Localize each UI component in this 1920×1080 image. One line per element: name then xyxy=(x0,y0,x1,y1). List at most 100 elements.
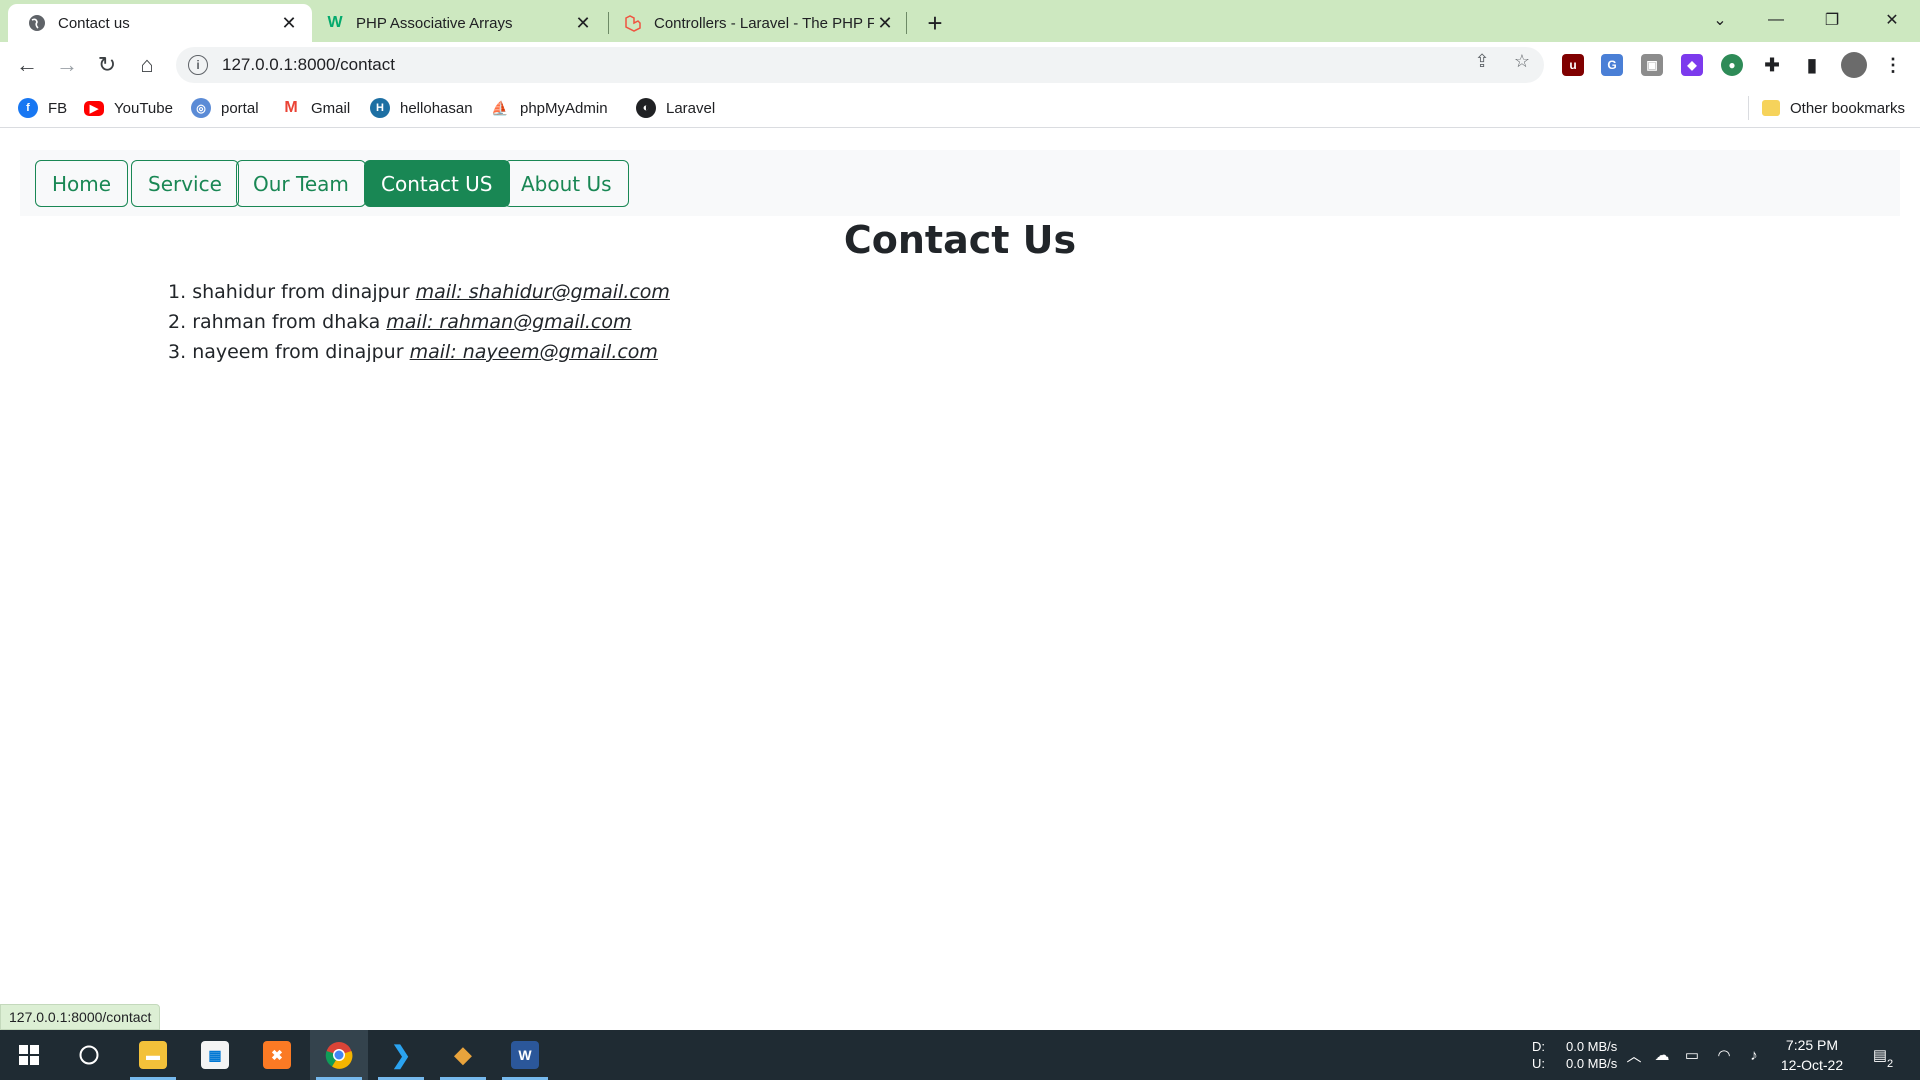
bookmark-laravel[interactable]: ◐ Laravel xyxy=(636,96,715,120)
contact-number: 2. xyxy=(168,311,187,333)
nav-contact-us-button[interactable]: Contact US xyxy=(364,160,510,207)
xampp-icon: ✖ xyxy=(263,1041,291,1069)
contact-number: 3. xyxy=(168,341,187,363)
vscode-icon: ❯ xyxy=(390,1041,412,1069)
contact-mail-link[interactable]: mail: shahidur@gmail.com xyxy=(416,281,670,303)
close-tab-icon[interactable]: ✕ xyxy=(278,12,300,34)
home-icon[interactable]: ⌂ xyxy=(131,49,163,81)
contact-text: nayeem from dinajpur xyxy=(192,341,404,363)
tray-chevron-up-icon[interactable]: ︿ xyxy=(1624,1045,1644,1065)
bookmarks-separator xyxy=(1748,96,1749,120)
start-button[interactable] xyxy=(0,1030,58,1080)
tab-php-associative-arrays[interactable]: W PHP Associative Arrays ✕ xyxy=(306,4,606,42)
nav-our-team-button[interactable]: Our Team xyxy=(236,160,366,207)
contact-item: 1. shahidur from dinajpur mail: shahidur… xyxy=(168,277,670,307)
bookmark-phpmyadmin[interactable]: ⛵ phpMyAdmin xyxy=(490,96,608,120)
microsoft-store-icon: ▦ xyxy=(201,1041,229,1069)
minimize-icon[interactable]: — xyxy=(1748,0,1804,40)
word-icon: W xyxy=(511,1041,539,1069)
taskbar-file-explorer[interactable]: ▬ xyxy=(124,1030,182,1080)
side-panel-icon[interactable]: ▮ xyxy=(1801,54,1823,76)
other-bookmarks-label: Other bookmarks xyxy=(1790,99,1906,117)
gmail-icon: M xyxy=(284,99,298,116)
taskbar-xampp[interactable]: ✖ xyxy=(248,1030,306,1080)
bookmark-label: portal xyxy=(221,99,259,117)
hellohasan-icon: H xyxy=(370,98,390,118)
nav-home-button[interactable]: Home xyxy=(35,160,129,207)
cortana-search-button[interactable] xyxy=(60,1030,118,1080)
reload-icon[interactable]: ↻ xyxy=(91,49,123,81)
onedrive-cloud-icon[interactable]: ☁ xyxy=(1652,1045,1672,1065)
address-bar[interactable]: i 127.0.0.1:8000/contact xyxy=(176,47,1544,83)
bookmark-portal[interactable]: ◎ portal xyxy=(191,96,259,120)
site-info-icon[interactable]: i xyxy=(188,55,208,75)
share-icon[interactable]: ⇪ xyxy=(1471,50,1493,72)
restore-icon[interactable]: ❐ xyxy=(1804,0,1860,40)
ublock-origin-icon[interactable]: u xyxy=(1562,54,1584,76)
extension-purple-icon[interactable]: ◆ xyxy=(1681,54,1703,76)
close-tab-icon[interactable]: ✕ xyxy=(572,12,594,34)
contact-mail-link[interactable]: mail: rahman@gmail.com xyxy=(386,311,631,333)
tab-search-chevron-icon[interactable]: ⌄ xyxy=(1692,0,1748,40)
google-translate-icon[interactable]: G xyxy=(1601,54,1623,76)
taskbar-chrome[interactable] xyxy=(310,1030,368,1080)
tab-laravel-controllers[interactable]: Controllers - Laravel - The PHP Fr ✕ xyxy=(604,4,908,42)
close-window-icon[interactable]: ✕ xyxy=(1864,0,1920,40)
contact-item: 2. rahman from dhaka mail: rahman@gmail.… xyxy=(168,307,670,337)
contact-number: 1. xyxy=(168,281,187,303)
taskbar-vscode[interactable]: ❯ xyxy=(372,1030,430,1080)
portal-icon: ◎ xyxy=(191,98,211,118)
file-explorer-icon: ▬ xyxy=(139,1041,167,1069)
bookmark-fb[interactable]: f FB xyxy=(18,96,67,120)
wifi-icon[interactable]: ◠ xyxy=(1714,1045,1734,1065)
tab-contact-us[interactable]: Contact us ✕ xyxy=(8,4,312,42)
tab-strip: Contact us ✕ W PHP Associative Arrays ✕ … xyxy=(0,0,1920,42)
bookmark-label: phpMyAdmin xyxy=(520,99,608,117)
bookmarks-bar: f FB ▶ YouTube ◎ portal M Gmail H helloh… xyxy=(0,88,1920,128)
extension-gray-icon[interactable]: ▣ xyxy=(1641,54,1663,76)
bookmark-hellohasan[interactable]: H hellohasan xyxy=(370,96,473,120)
contact-text: rahman from dhaka xyxy=(192,311,381,333)
tab-title: Controllers - Laravel - The PHP Fr xyxy=(654,14,874,32)
bookmark-label: FB xyxy=(48,99,68,117)
clock-time[interactable]: 7:25 PM xyxy=(1777,1037,1847,1053)
bookmark-star-icon[interactable]: ☆ xyxy=(1511,50,1533,72)
chrome-menu-icon[interactable]: ⋮ xyxy=(1882,54,1904,76)
net-up-speed: 0.0 MB/s xyxy=(1566,1056,1618,1071)
net-up-label: U: xyxy=(1532,1056,1545,1071)
cortana-circle-icon xyxy=(79,1045,99,1065)
clock-date[interactable]: 12-Oct-22 xyxy=(1777,1057,1847,1073)
close-tab-icon[interactable]: ✕ xyxy=(874,12,896,34)
site-navbar: Home Service Our Team Contact US About U… xyxy=(20,150,1900,216)
address-url[interactable]: 127.0.0.1:8000/contact xyxy=(222,55,395,75)
youtube-icon: ▶ xyxy=(84,100,104,116)
other-bookmarks[interactable]: Other bookmarks xyxy=(1762,96,1905,120)
volume-icon[interactable]: ♪ xyxy=(1744,1045,1764,1065)
back-arrow-icon[interactable]: ← xyxy=(11,49,43,81)
bookmark-youtube[interactable]: ▶ YouTube xyxy=(84,96,173,120)
contact-text: shahidur from dinajpur xyxy=(192,281,410,303)
tab-title: PHP Associative Arrays xyxy=(356,14,513,32)
extension-globe-icon[interactable]: ● xyxy=(1721,54,1743,76)
git-gui-icon: ◆ xyxy=(454,1042,472,1067)
nav-about-us-button[interactable]: About Us xyxy=(504,160,629,207)
chrome-icon xyxy=(325,1042,353,1069)
bookmark-label: Laravel xyxy=(666,99,716,117)
forward-arrow-icon[interactable]: → xyxy=(51,49,83,81)
folder-icon xyxy=(1762,100,1780,116)
contact-mail-link[interactable]: mail: nayeem@gmail.com xyxy=(410,341,658,363)
new-tab-button[interactable]: + xyxy=(920,8,950,38)
bookmark-gmail[interactable]: M Gmail xyxy=(281,96,350,120)
extensions-puzzle-icon[interactable]: ✚ xyxy=(1761,54,1783,76)
taskbar-word[interactable]: W xyxy=(496,1030,554,1080)
nav-service-button[interactable]: Service xyxy=(131,160,239,207)
taskbar-store[interactable]: ▦ xyxy=(186,1030,244,1080)
laravel-icon xyxy=(624,14,642,32)
contact-list: 1. shahidur from dinajpur mail: shahidur… xyxy=(168,277,670,367)
battery-icon[interactable]: ▭ xyxy=(1682,1045,1702,1065)
page-title: Contact Us xyxy=(843,218,1077,262)
bookmark-label: YouTube xyxy=(114,99,173,117)
taskbar-git[interactable]: ◆ xyxy=(434,1030,492,1080)
profile-avatar[interactable] xyxy=(1841,52,1867,78)
windows-logo-icon xyxy=(19,1045,39,1065)
